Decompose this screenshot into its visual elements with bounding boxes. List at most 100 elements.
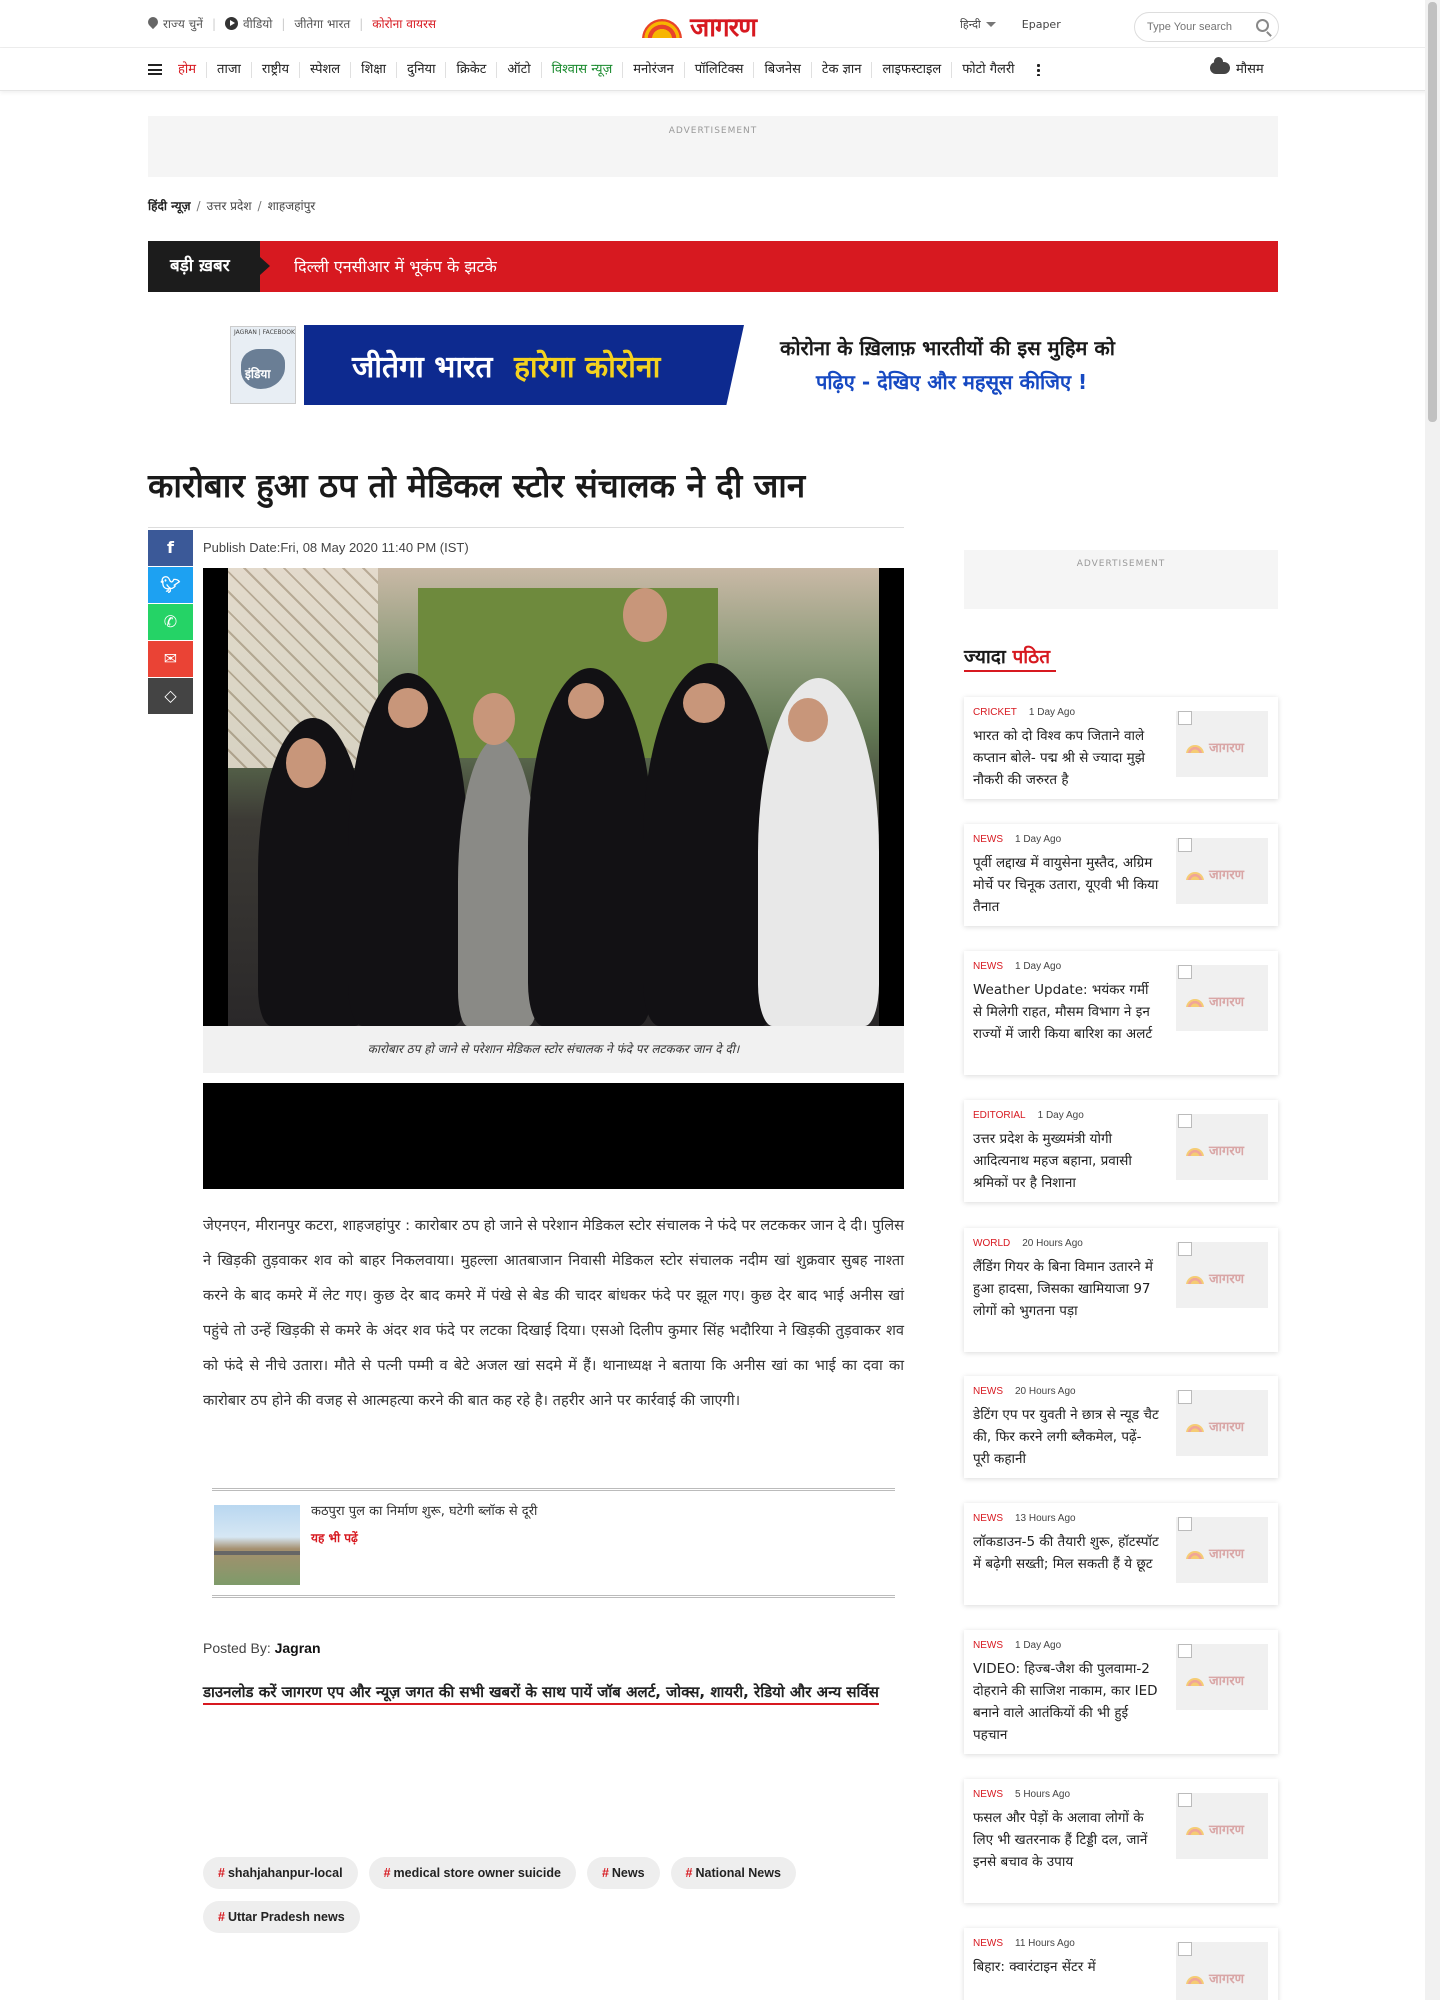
scrollbar[interactable] [1425,0,1440,2000]
tag-label: News [611,1866,645,1880]
jagran-logo[interactable]: जागरण [638,8,757,44]
card-time: 1 Day Ago [1037,1110,1084,1121]
language-select[interactable]: हिन्दी [960,17,996,32]
card-time: 20 Hours Ago [1015,1386,1076,1397]
india-map-thumb: JAGRAN | FACEBOOK इंडिया [230,326,296,404]
weather-link[interactable]: मौसम [1210,57,1264,77]
tag-chip[interactable]: # medical store owner suicide [368,1857,576,1889]
nav-item-business[interactable]: बिजनेस [754,61,812,78]
sun-logo-icon [1184,1421,1206,1432]
most-read-card[interactable]: NEWS 1 Day Ago VIDEO: हिज्ब-जैश की पुलवामा… [964,1630,1278,1754]
card-title[interactable]: लैंडिंग गियर के बिना विमान उतारने में हु… [973,1256,1161,1322]
nav-item-tech[interactable]: टेक ज्ञान [812,61,873,78]
most-read-card[interactable]: NEWS 1 Day Ago Weather Update: भयंकर गर्मी… [964,951,1278,1075]
nav-item-auto[interactable]: ऑटो [497,61,542,78]
card-title[interactable]: पूर्वी लद्दाख में वायुसेना मुस्तैद, अग्र… [973,852,1161,918]
most-read-card[interactable]: NEWS 5 Hours Ago फसल और पेड़ों के अलावा लो… [964,1779,1278,1903]
nav-item-world[interactable]: दुनिया [397,61,447,78]
nav-item-special[interactable]: स्पेशल [300,61,352,78]
most-read-card[interactable]: CRICKET 1 Day Ago भारत को दो विश्व कप जिता… [964,697,1278,799]
nav-item-national[interactable]: राष्ट्रीय [252,61,301,78]
banner-slogan-box: जीतेगा भारत हारेगा कोरोना [304,325,744,405]
nav-item-vishvas-news[interactable]: विश्वास न्यूज़ [542,61,624,78]
card-time: 1 Day Ago [1028,707,1076,718]
tag-share-button[interactable]: ◇ [148,678,193,714]
nav-item-home[interactable]: होम [168,61,208,78]
social-share-bar: f 🐦︎ ✆ ✉ ◇ [148,530,193,715]
download-app-link[interactable]: डाउनलोड करें जागरण एप और न्यूज़ जगत की स… [203,1674,904,1710]
breaking-news-text[interactable]: दिल्ली एनसीआर में भूकंप के झटके [294,255,497,277]
more-menu-icon[interactable] [1036,63,1040,76]
video-link[interactable]: वीडियो [224,15,272,32]
card-thumbnail: जागरण [1176,965,1268,1031]
most-read-card[interactable]: NEWS 1 Day Ago पूर्वी लद्दाख में वायुसेना … [964,824,1278,926]
placeholder-logo-text: जागरण [1209,1272,1245,1287]
card-title[interactable]: VIDEO: हिज्ब-जैश की पुलवामा-2 दोहराने की… [973,1658,1161,1746]
mail-icon: ✉ [163,649,178,668]
campaign-banner[interactable]: JAGRAN | FACEBOOK इंडिया जीतेगा भारत हार… [230,322,1160,406]
card-title[interactable]: बिहार: क्वारंटाइन सेंटर में [973,1956,1161,1978]
breadcrumb-separator: / [257,199,262,213]
also-read-title[interactable]: कठपुरा पुल का निर्माण शुरू, घटेगी ब्लॉक … [311,1501,537,1519]
most-read-card[interactable]: NEWS 20 Hours Ago डेटिंग एप पर युवती ने छा… [964,1376,1278,1478]
nav-item-latest[interactable]: ताजा [207,61,252,78]
nav-item-cricket[interactable]: क्रिकेट [446,61,498,78]
card-meta: NEWS 1 Day Ago [973,834,1061,845]
tag-chip[interactable]: # Uttar Pradesh news [203,1901,360,1933]
breadcrumb-shahjahanpur[interactable]: शाहजहांपुर [268,199,316,213]
search-input[interactable] [1135,13,1245,41]
facebook-icon: f [167,538,174,557]
tag-chip[interactable]: # News [586,1857,660,1889]
sun-logo-icon [638,14,686,38]
most-read-card[interactable]: NEWS 13 Hours Ago लॉकडाउन-5 की तैयारी शुरू… [964,1503,1278,1605]
jeetega-bharat-link[interactable]: जीतेगा भारत [294,15,350,32]
card-title[interactable]: भारत को दो विश्व कप जिताने वाले कप्तान ब… [973,725,1161,791]
most-read-card[interactable]: EDITORIAL 1 Day Ago उत्तर प्रदेश के मुख्यम… [964,1100,1278,1202]
card-category: NEWS [973,961,1003,972]
scrollbar-thumb[interactable] [1428,2,1437,422]
also-read-label[interactable]: यह भी पढ़ें [311,1529,358,1546]
also-read-thumbnail [214,1505,300,1585]
card-title[interactable]: फसल और पेड़ों के अलावा लोगों के लिए भी ख… [973,1807,1161,1873]
epaper-link[interactable]: Epaper [1022,18,1061,31]
nav-items: होम ताजा राष्ट्रीय स्पेशल शिक्षा दुनिया … [148,48,1040,91]
nav-item-politics[interactable]: पॉलिटिक्स [685,61,755,78]
video-player[interactable] [203,1083,904,1189]
card-title[interactable]: डेटिंग एप पर युवती ने छात्र से न्यूड चैट… [973,1404,1161,1470]
facebook-share-button[interactable]: f [148,530,193,566]
nav-item-photo-gallery[interactable]: फोटो गैलरी [952,62,1024,78]
photo-face [286,738,326,788]
state-label: राज्य चुनें [163,17,203,31]
tag-chip[interactable]: # National News [670,1857,796,1889]
tag-label: medical store owner suicide [393,1866,561,1880]
nav-item-lifestyle[interactable]: लाइफस्टाइल [872,61,953,78]
twitter-share-button[interactable]: 🐦︎ [148,567,193,603]
also-read-box[interactable]: कठपुरा पुल का निर्माण शुरू, घटेगी ब्लॉक … [212,1488,895,1598]
card-title[interactable]: लॉकडाउन-5 की तैयारी शुरू, हॉटस्पॉट में ब… [973,1531,1161,1575]
hamburger-menu-icon[interactable] [148,64,162,75]
email-share-button[interactable]: ✉ [148,641,193,677]
nav-item-education[interactable]: शिक्षा [351,61,398,78]
download-app-text[interactable]: डाउनलोड करें जागरण एप और न्यूज़ जगत की स… [203,1683,879,1705]
card-category: NEWS [973,834,1003,845]
corona-virus-link[interactable]: कोरोना वायरस [372,15,436,32]
photo-face [388,688,428,728]
breadcrumb-hindi-news[interactable]: हिंदी न्यूज़ [148,199,191,213]
breadcrumb-uttar-pradesh[interactable]: उत्तर प्रदेश [207,199,252,213]
card-title[interactable]: Weather Update: भयंकर गर्मी से मिलेगी रा… [973,979,1161,1045]
nav-item-entertainment[interactable]: मनोरंजन [623,61,685,78]
card-meta: NEWS 1 Day Ago [973,1640,1061,1651]
divider: | [359,16,364,31]
photo-face [473,693,515,745]
tag-chip[interactable]: # shahjahanpur-local [203,1857,358,1889]
weather-icon [1210,57,1230,74]
whatsapp-share-button[interactable]: ✆ [148,604,193,640]
card-title[interactable]: उत्तर प्रदेश के मुख्यमंत्री योगी आदित्यन… [973,1128,1161,1194]
most-read-card[interactable]: NEWS 11 Hours Ago बिहार: क्वारंटाइन सेंटर … [964,1928,1278,2000]
state-select[interactable]: राज्य चुनें [148,15,203,32]
placeholder-logo-text: जागरण [1209,1547,1245,1562]
most-read-card[interactable]: WORLD 20 Hours Ago लैंडिंग गियर के बिना वि… [964,1228,1278,1352]
hash-icon: # [383,1866,391,1880]
article-photo[interactable] [203,568,904,1026]
search-icon[interactable] [1256,19,1269,32]
